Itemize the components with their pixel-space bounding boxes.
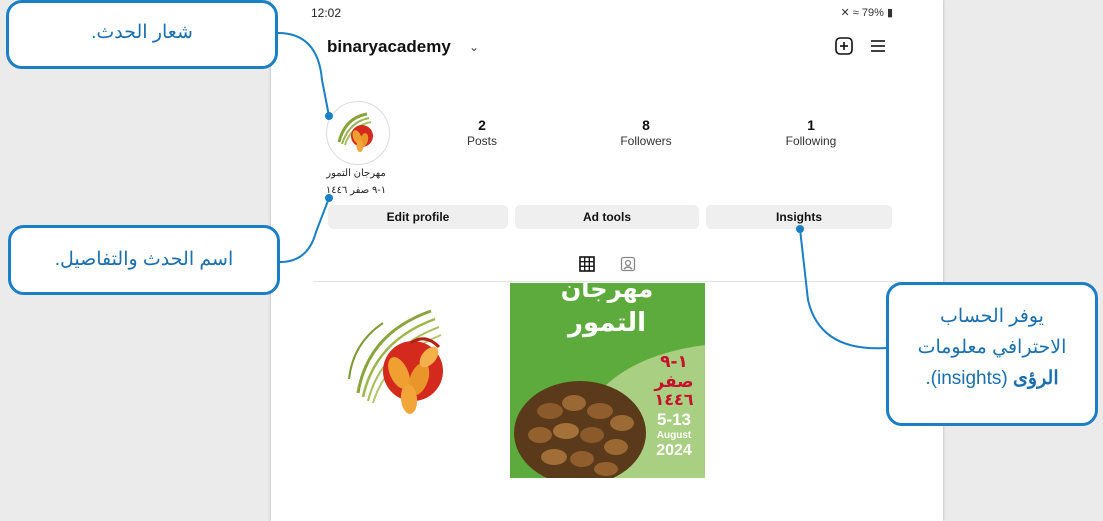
poster-date-en-3: 2024 — [656, 442, 692, 459]
stat-posts-label: Posts — [466, 134, 497, 148]
stat-followers[interactable]: 8 Followers — [586, 117, 706, 148]
status-icons: ✕ ≈ 79% ▮ — [840, 6, 893, 19]
callout-event-name: اسم الحدث والتفاصيل. — [8, 225, 280, 295]
grid-divider — [313, 281, 901, 282]
post-event-poster[interactable]: مهرجان التمور ١-٩ صفر ١٤٤٦ 5-13 August 2… — [510, 283, 705, 478]
stat-following-label: Following — [785, 134, 837, 148]
battery-level: 79% — [861, 7, 884, 19]
poster-date-ar-3: ١٤٤٦ — [654, 390, 693, 409]
event-logo-icon — [337, 112, 373, 152]
callout-insights-rest: (insights). — [925, 368, 1014, 389]
callout-insights-bold: الرؤى — [1013, 368, 1059, 389]
edit-profile-button[interactable]: Edit profile — [328, 205, 508, 229]
event-poster-image: مهرجان التمور ١-٩ صفر ١٤٤٦ 5-13 August 2… — [510, 283, 705, 478]
stat-following[interactable]: 1 Following — [751, 117, 871, 148]
poster-date-ar-2: صفر — [653, 372, 693, 392]
profile-username[interactable]: binaryacademy — [327, 37, 451, 57]
post-logo[interactable] — [313, 283, 508, 478]
menu-icon[interactable] — [868, 36, 888, 56]
poster-date-ar-1: ١-٩ — [660, 352, 688, 372]
poster-title-line2: التمور — [566, 308, 646, 338]
bio-details: ١-٩ صفر ١٤٤٦ — [325, 185, 387, 196]
poster-title-line1: مهرجان — [561, 283, 653, 303]
status-bar: 12:02 ✕ ≈ 79% ▮ — [311, 6, 903, 22]
tagged-tab-icon[interactable] — [620, 256, 636, 272]
battery-icon: ▮ — [886, 7, 893, 19]
mute-icon: ✕ — [840, 7, 850, 19]
callout-insights-line2: الاحترافي معلومات — [917, 337, 1067, 358]
callout-insights-line3: الرؤى (insights). — [889, 363, 1095, 394]
poster-date-en-1: 5-13 — [657, 410, 691, 429]
callout-insights-line1: يوفر الحساب — [940, 306, 1044, 327]
stat-following-value: 1 — [807, 117, 815, 133]
avatar[interactable] — [326, 101, 390, 165]
callout-event-logo: شعار الحدث. — [6, 0, 278, 69]
chevron-down-icon[interactable]: ⌄ — [469, 40, 479, 54]
poster-date-en-2: August — [657, 430, 692, 441]
ad-tools-button[interactable]: Ad tools — [515, 205, 699, 229]
event-logo-image — [348, 309, 443, 414]
stat-followers-label: Followers — [620, 134, 672, 148]
stat-posts-value: 2 — [478, 117, 486, 133]
status-time: 12:02 — [311, 6, 342, 20]
stat-posts[interactable]: 2 Posts — [422, 117, 542, 148]
bio-name: مهرجان التمور — [326, 168, 386, 179]
add-post-icon[interactable] — [834, 36, 854, 56]
wifi-icon: ≈ — [852, 7, 859, 19]
stat-followers-value: 8 — [642, 117, 650, 133]
callout-insights: يوفر الحساب الاحترافي معلومات الرؤى (ins… — [886, 282, 1098, 426]
insights-button[interactable]: Insights — [706, 205, 892, 229]
grid-tab-icon[interactable] — [579, 256, 595, 272]
device-screen: 12:02 ✕ ≈ 79% ▮ binaryacademy ⌄ 2 Posts … — [271, 0, 943, 521]
